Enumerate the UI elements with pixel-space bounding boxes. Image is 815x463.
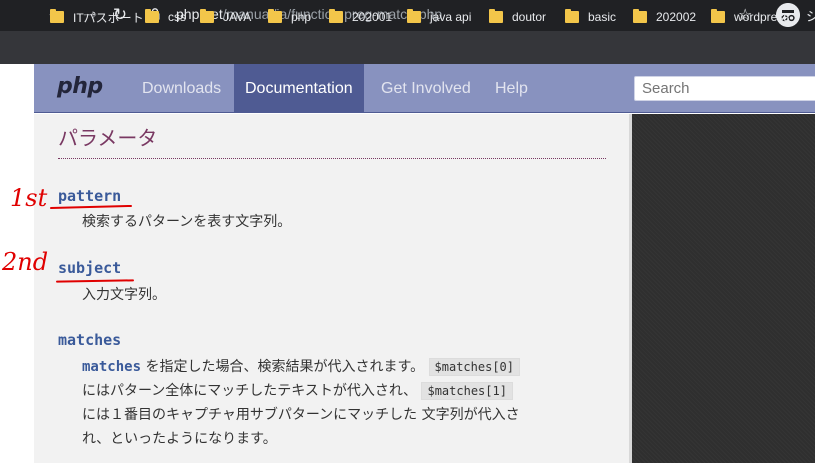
- bookmark-label: java api: [430, 10, 472, 24]
- code-matches-0: $matches[0]: [428, 358, 521, 376]
- param-desc-pattern: 検索するパターンを表す文字列。: [82, 214, 292, 230]
- sidebar: [632, 114, 815, 463]
- search-input[interactable]: [634, 76, 815, 101]
- bookmark-label: JAVA: [223, 10, 252, 24]
- folder-icon: [407, 9, 421, 23]
- param-desc-matches-line1: matches を指定した場合、検索結果が代入されます。 $matches[0]: [82, 356, 521, 376]
- desc-text: にはパターン全体にマッチしたテキストが代入され、: [82, 383, 418, 399]
- folder-icon: [329, 9, 343, 23]
- nav-get-involved[interactable]: Get Involved: [370, 64, 482, 113]
- param-term-subject[interactable]: subject: [58, 259, 121, 277]
- section-heading: パラメータ: [58, 126, 158, 150]
- code-matches-1: $matches[1]: [421, 382, 513, 400]
- bookmark-label: wordpress: [734, 10, 790, 24]
- bookmark-label: basic: [588, 10, 617, 24]
- bookmark-item[interactable]: JAVA: [200, 9, 251, 25]
- folder-icon: [489, 9, 503, 23]
- param-desc-matches-line2: にはパターン全体にマッチしたテキストが代入され、 $matches[1]: [82, 380, 513, 400]
- folder-icon: [50, 9, 64, 23]
- bookmark-label: css: [168, 10, 186, 24]
- profile-label: シ: [806, 9, 815, 24]
- annotation-1st: 1st: [10, 184, 48, 212]
- param-desc-matches-line3: には１番目のキャプチャ用サブパターンにマッチした 文字列が代入さ: [82, 407, 520, 423]
- nav-downloads[interactable]: Downloads: [131, 64, 232, 113]
- bookmark-item[interactable]: java api: [407, 9, 471, 25]
- bookmark-label: php: [291, 10, 312, 24]
- param-desc-subject: 入力文字列。: [82, 287, 166, 303]
- inline-term-matches: matches: [82, 359, 142, 375]
- bookmark-item[interactable]: doutor: [489, 9, 546, 25]
- bookmark-item[interactable]: 202001: [329, 9, 392, 25]
- bookmark-item[interactable]: ITパスポート: [50, 9, 144, 25]
- param-desc-matches-line4: れ、といったようになります。: [82, 431, 277, 447]
- folder-icon: [200, 9, 214, 23]
- folder-icon: [145, 9, 159, 23]
- folder-icon: [633, 9, 647, 23]
- bookmark-label: ITパスポート: [73, 10, 144, 25]
- bookmark-label: doutor: [512, 10, 547, 24]
- bookmark-item[interactable]: php: [268, 9, 311, 25]
- param-term-pattern[interactable]: pattern: [58, 187, 121, 205]
- annotation-2nd: 2nd: [2, 248, 49, 276]
- bookmark-item[interactable]: 202002: [633, 9, 696, 25]
- param-term-matches[interactable]: matches: [58, 331, 121, 349]
- folder-icon: [711, 9, 725, 23]
- nav-help[interactable]: Help: [484, 64, 539, 113]
- bookmark-item[interactable]: css: [145, 9, 186, 25]
- bookmark-label: 202001: [352, 10, 393, 24]
- heading-divider: [58, 158, 606, 159]
- bookmarks-bar: [0, 31, 815, 64]
- desc-text: を指定した場合、検索結果が代入されます。: [145, 359, 425, 375]
- bookmark-label: 202002: [656, 10, 697, 24]
- php-logo[interactable]: php: [57, 74, 103, 99]
- bookmark-item[interactable]: wordpress: [711, 9, 789, 25]
- nav-documentation[interactable]: Documentation: [234, 64, 364, 113]
- bookmark-item[interactable]: basic: [565, 9, 616, 25]
- folder-icon: [565, 9, 579, 23]
- folder-icon: [268, 9, 282, 23]
